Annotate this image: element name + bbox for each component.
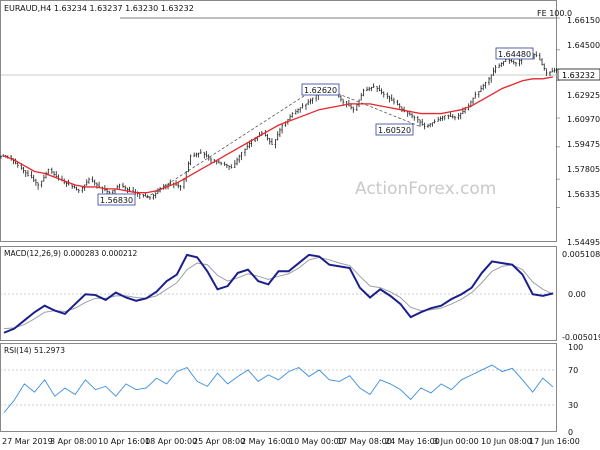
annotation-label: 1.62620	[304, 86, 337, 95]
annotation-1-62620[interactable]: 1.62620	[301, 83, 340, 96]
current-price-label: 1.63232	[562, 71, 595, 80]
time-tick: 3 Apr 08:00	[50, 437, 97, 446]
macd-title: MACD(12,26,9) 0.000283 0.000212	[4, 249, 138, 258]
watermark-text: ActionForex.com	[355, 179, 496, 199]
rsi-tick: 100	[568, 343, 583, 352]
price-tick: 1.54495	[567, 238, 600, 247]
price-axis: 1.66150 1.64500 1.62925 1.60970 1.59475 …	[567, 16, 600, 247]
rsi-panel[interactable]	[0, 343, 557, 432]
symbol-header: EURAUD,H4 1.63234 1.63237 1.63230 1.6323…	[4, 4, 194, 13]
time-tick: 17 May 08:00	[337, 437, 392, 446]
annotation-label: 1.64480	[498, 50, 531, 59]
macd-tick: 0.00	[568, 290, 586, 299]
rsi-tick: 70	[568, 366, 578, 375]
main-price-panel[interactable]	[0, 0, 557, 242]
trading-chart[interactable]: ActionForex.com EURAUD,H4 1.63234 1.6323…	[0, 0, 600, 450]
rsi-tick: 0	[568, 428, 573, 437]
annotation-1-60520[interactable]: 1.60520	[375, 123, 414, 136]
price-tick: 1.56335	[567, 190, 600, 199]
time-axis: 27 Mar 2019 3 Apr 08:00 10 Apr 16:00 18 …	[2, 437, 580, 446]
rsi-tick: 30	[568, 401, 578, 410]
macd-panel[interactable]	[0, 246, 557, 341]
time-tick: 24 May 16:00	[385, 437, 440, 446]
time-tick: 10 Jun 08:00	[481, 437, 532, 446]
annotation-1-56830[interactable]: 1.56830	[97, 193, 136, 206]
time-tick: 10 Apr 16:00	[98, 437, 150, 446]
annotation-label: 1.56830	[100, 196, 133, 205]
macd-tick: 0.005108	[562, 250, 600, 259]
price-tick: 1.62925	[567, 91, 600, 100]
annotation-label: 1.60520	[378, 126, 411, 135]
price-tick: 1.59475	[567, 140, 600, 149]
time-tick: 3 Jun 00:00	[433, 437, 479, 446]
time-tick: 17 Jun 16:00	[529, 437, 580, 446]
price-tick: 1.66150	[567, 16, 600, 25]
macd-tick: -0.005019	[562, 333, 600, 342]
price-tick: 1.60970	[567, 115, 600, 124]
time-tick: 10 May 00:00	[289, 437, 344, 446]
time-tick: 2 May 16:00	[241, 437, 291, 446]
annotation-1-64480[interactable]: 1.64480	[495, 47, 534, 60]
price-tick: 1.57805	[567, 165, 600, 174]
time-tick: 18 Apr 00:00	[145, 437, 197, 446]
time-tick: 25 Apr 08:00	[193, 437, 245, 446]
time-tick: 27 Mar 2019	[2, 437, 53, 446]
rsi-title: RSI(14) 51.2973	[4, 346, 65, 355]
price-tick: 1.64500	[567, 41, 600, 50]
